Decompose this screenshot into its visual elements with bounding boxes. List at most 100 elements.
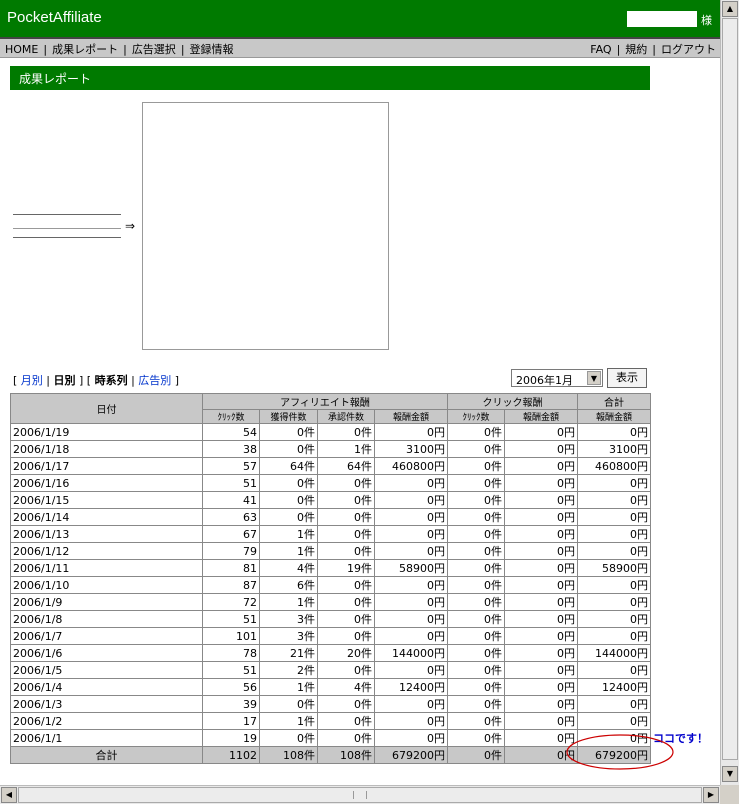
cell-click-reward: 0円	[504, 644, 578, 662]
cell-reward: 58900円	[374, 559, 448, 577]
page-viewport: PocketAffiliate 様 HOME | 成果レポート | 広告選択 | 登録情報 …	[0, 0, 720, 785]
cell-acquired: 3件	[259, 627, 318, 645]
cell-click-reward: 0円	[504, 627, 578, 645]
cell-date: 2006/1/6	[10, 644, 203, 662]
nav-separator: |	[652, 43, 656, 56]
cell-click-count: 0件	[447, 712, 505, 730]
cell-total-reward: 460800円	[577, 457, 651, 475]
cell-click-reward: 0円	[504, 559, 578, 577]
cell-acquired: 2件	[259, 661, 318, 679]
header-date: 日付	[10, 393, 203, 424]
cell-reward: 0円	[374, 423, 448, 441]
grip-icon	[353, 791, 367, 799]
cell-click-reward: 0円	[504, 610, 578, 628]
cell-total-reward: 0円	[577, 474, 651, 492]
table-row: 2006/1/14 63 0件 0件 0円 0件 0円 0円	[10, 508, 651, 526]
cell-date: 2006/1/3	[10, 695, 203, 713]
total-click-count: 0件	[447, 746, 505, 764]
vertical-scrollbar[interactable]: ▲ ▼	[720, 0, 739, 785]
cell-click-count: 0件	[447, 508, 505, 526]
daily-link-current: 日別	[53, 374, 76, 387]
cell-clicks: 72	[202, 593, 260, 611]
cell-total-reward: 0円	[577, 423, 651, 441]
username-box	[627, 11, 697, 27]
cell-total-reward: 0円	[577, 712, 651, 730]
header-approved: 承認件数	[317, 409, 375, 424]
cell-click-count: 0件	[447, 457, 505, 475]
cell-date: 2006/1/15	[10, 491, 203, 509]
scroll-right-icon[interactable]: ▶	[703, 787, 719, 803]
nav-left: HOME | 成果レポート | 広告選択 | 登録情報	[5, 41, 234, 57]
cell-acquired: 1件	[259, 712, 318, 730]
cell-date: 2006/1/2	[10, 712, 203, 730]
cell-approved: 0件	[317, 423, 375, 441]
nav-faq-link[interactable]: FAQ	[590, 43, 611, 56]
cell-total-reward: 0円	[577, 661, 651, 679]
total-reward: 679200円	[374, 746, 448, 764]
cell-reward: 0円	[374, 491, 448, 509]
cell-approved: 0件	[317, 491, 375, 509]
month-select[interactable]: 2006年1月 ▼	[511, 369, 603, 387]
blank-field-bottom[interactable]	[13, 228, 121, 238]
nav-logout-link[interactable]: ログアウト	[661, 43, 716, 56]
cell-clicks: 51	[202, 474, 260, 492]
separator: |	[42, 374, 54, 387]
cell-click-count: 0件	[447, 423, 505, 441]
cell-approved: 0件	[317, 576, 375, 594]
monthly-link[interactable]: 月別	[21, 374, 43, 387]
scroll-up-icon[interactable]: ▲	[722, 1, 738, 17]
view-mode-links: [ 月別 | 日別 ] [ 時系列 | 広告別 ]	[13, 372, 179, 388]
cell-date: 2006/1/13	[10, 525, 203, 543]
blank-field-top[interactable]	[13, 207, 121, 215]
nav-home-link[interactable]: HOME	[5, 43, 38, 56]
cell-click-count: 0件	[447, 440, 505, 458]
cell-date: 2006/1/10	[10, 576, 203, 594]
scroll-down-icon[interactable]: ▼	[722, 766, 738, 782]
chevron-down-icon[interactable]: ▼	[587, 371, 601, 385]
header-affiliate-group: アフィリエイト報酬	[202, 393, 448, 410]
cell-clicks: 51	[202, 610, 260, 628]
vertical-scroll-thumb[interactable]	[722, 18, 738, 760]
table-row: 2006/1/9 72 1件 0件 0円 0件 0円 0円	[10, 593, 651, 611]
horizontal-scroll-thumb[interactable]	[18, 787, 702, 803]
cell-date: 2006/1/12	[10, 542, 203, 560]
cell-date: 2006/1/16	[10, 474, 203, 492]
cell-click-reward: 0円	[504, 542, 578, 560]
cell-clicks: 87	[202, 576, 260, 594]
scroll-left-icon[interactable]: ◀	[1, 787, 17, 803]
table-row: 2006/1/3 39 0件 0件 0円 0件 0円 0円	[10, 695, 651, 713]
cell-total-reward: 0円	[577, 576, 651, 594]
cell-acquired: 0件	[259, 440, 318, 458]
header-reward: 報酬金額	[374, 409, 448, 424]
show-button[interactable]: 表示	[607, 368, 647, 388]
cell-click-reward: 0円	[504, 491, 578, 509]
cell-reward: 0円	[374, 695, 448, 713]
cell-clicks: 41	[202, 491, 260, 509]
cell-approved: 19件	[317, 559, 375, 577]
cell-click-count: 0件	[447, 542, 505, 560]
nav-registration-link[interactable]: 登録情報	[190, 43, 234, 56]
cell-total-reward: 144000円	[577, 644, 651, 662]
cell-approved: 0件	[317, 593, 375, 611]
cell-click-reward: 0円	[504, 678, 578, 696]
total-row: 合計 1102 108件 108件 679200円 0件 0円 679200円	[10, 746, 651, 764]
table-row: 2006/1/13 67 1件 0件 0円 0件 0円 0円	[10, 525, 651, 543]
table-row: 2006/1/16 51 0件 0件 0円 0件 0円 0円	[10, 474, 651, 492]
cell-date: 2006/1/19	[10, 423, 203, 441]
cell-acquired: 0件	[259, 423, 318, 441]
cell-approved: 0件	[317, 474, 375, 492]
app-title: PocketAffiliate	[7, 9, 102, 26]
cell-click-reward: 0円	[504, 593, 578, 611]
nav-ad-select-link[interactable]: 広告選択	[132, 43, 176, 56]
section-title: 成果レポート	[19, 72, 92, 86]
nav-terms-link[interactable]: 規約	[625, 43, 647, 56]
cell-date: 2006/1/9	[10, 593, 203, 611]
cell-click-count: 0件	[447, 474, 505, 492]
cell-click-count: 0件	[447, 661, 505, 679]
nav-separator: |	[43, 43, 48, 56]
cell-approved: 0件	[317, 610, 375, 628]
by-ad-link[interactable]: 広告別	[138, 374, 171, 387]
cell-acquired: 0件	[259, 474, 318, 492]
nav-report-link[interactable]: 成果レポート	[52, 43, 118, 56]
horizontal-scrollbar[interactable]: ◀ ▶	[0, 785, 720, 804]
